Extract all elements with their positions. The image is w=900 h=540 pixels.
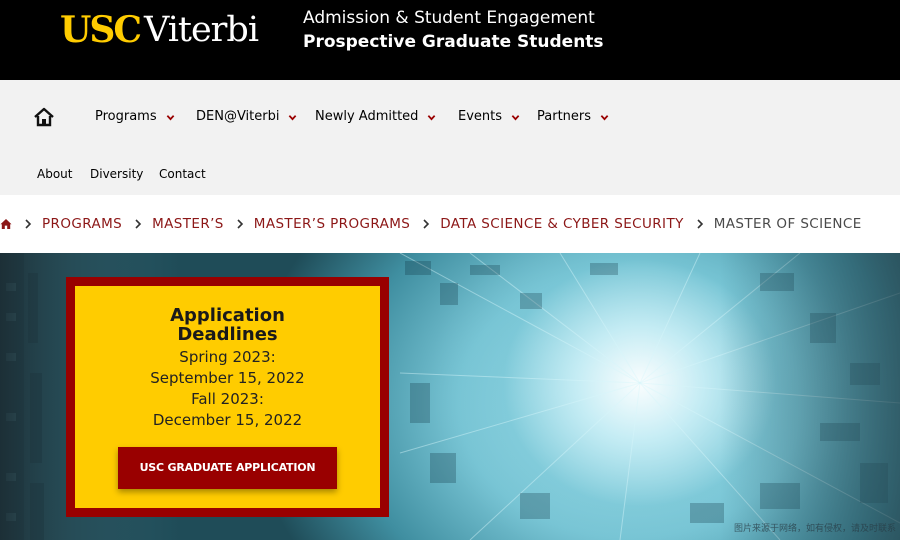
deadlines-title: Application Deadlines — [170, 305, 285, 345]
application-deadlines-card: Application Deadlines Spring 2023: Septe… — [66, 277, 389, 517]
sub-nav-contact[interactable]: Contact — [159, 166, 206, 182]
fall-deadline-date: December 15, 2022 — [152, 411, 303, 429]
spring-deadline-date: September 15, 2022 — [150, 369, 305, 387]
chevron-down-icon — [428, 114, 436, 120]
department-name: Admission & Student Engagement — [303, 8, 595, 28]
breadcrumb-programs[interactable]: PROGRAMS — [42, 216, 122, 232]
header-titles: Admission & Student Engagement Prospecti… — [303, 6, 604, 54]
breadcrumb-data-science[interactable]: DATA SCIENCE & CYBER SECURITY — [440, 216, 684, 232]
breadcrumb-masters-programs[interactable]: MASTER’S PROGRAMS — [254, 216, 410, 232]
breadcrumb: PROGRAMS MASTER’S MASTER’S PROGRAMS DATA… — [0, 195, 900, 253]
nav-den-viterbi-label: DEN@Viterbi — [196, 109, 280, 124]
nav-programs[interactable]: Programs — [95, 107, 175, 127]
nav-newly-admitted[interactable]: Newly Admitted — [315, 107, 436, 127]
chevron-down-icon — [166, 114, 174, 120]
image-credit-watermark: 图片来源于网络，如有侵权，请及时联系 — [733, 524, 896, 534]
breadcrumb-trail: PROGRAMS MASTER’S MASTER’S PROGRAMS DATA… — [0, 215, 862, 233]
home-icon[interactable] — [33, 106, 55, 128]
breadcrumb-masters[interactable]: MASTER’S — [152, 216, 224, 232]
deadlines-list: Spring 2023: September 15, 2022 Fall 202… — [75, 347, 380, 431]
chevron-right-icon — [237, 219, 243, 229]
site-header: USC Viterbi Admission & Student Engageme… — [0, 0, 900, 80]
chevron-down-icon — [511, 114, 520, 120]
nav-programs-label: Programs — [95, 109, 157, 124]
chevron-down-icon — [600, 114, 609, 120]
nav-newly-admitted-label: Newly Admitted — [315, 109, 419, 124]
nav-events[interactable]: Events — [458, 107, 520, 127]
chevron-right-icon — [423, 219, 430, 229]
nav-den-viterbi[interactable]: DEN@Viterbi — [196, 107, 297, 127]
nav-partners-label: Partners — [537, 109, 592, 124]
logo-viterbi-text: Viterbi — [144, 10, 259, 50]
chevron-down-icon — [289, 114, 297, 120]
main-navigation: Programs DEN@Viterbi Newly Admitted Even… — [0, 80, 900, 154]
usc-viterbi-logo[interactable]: USC Viterbi — [60, 8, 259, 52]
chevron-right-icon — [135, 219, 142, 229]
sub-nav-about[interactable]: About — [37, 166, 72, 182]
fall-term-label: Fall 2023: — [191, 390, 264, 408]
sub-nav-diversity[interactable]: Diversity — [90, 166, 143, 182]
nav-partners[interactable]: Partners — [537, 107, 609, 127]
nav-events-label: Events — [458, 109, 503, 124]
home-icon[interactable] — [0, 218, 12, 230]
secondary-navigation: About Diversity Contact — [0, 154, 900, 195]
logo-usc-text: USC — [60, 9, 142, 51]
breadcrumb-current: MASTER OF SCIENCE — [713, 216, 862, 232]
chevron-right-icon — [697, 219, 703, 229]
hero-banner: Application Deadlines Spring 2023: Septe… — [0, 253, 900, 540]
graduate-application-button[interactable]: USC GRADUATE APPLICATION — [118, 447, 337, 489]
chevron-right-icon — [25, 219, 32, 229]
spring-term-label: Spring 2023: — [179, 348, 276, 366]
audience-title[interactable]: Prospective Graduate Students — [303, 30, 604, 54]
